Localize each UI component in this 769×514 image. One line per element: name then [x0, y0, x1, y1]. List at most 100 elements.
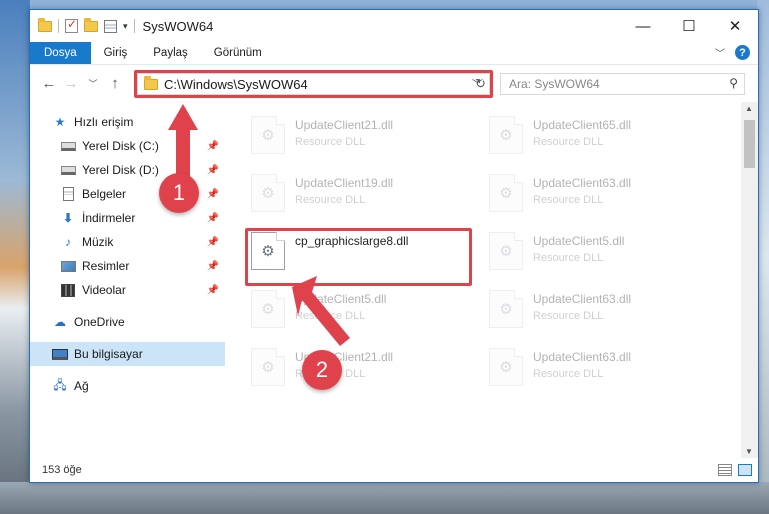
expand-ribbon-icon[interactable]: ﹀: [715, 45, 725, 60]
sidebar-item-disk-d[interactable]: Yerel Disk (D:) 📌: [30, 158, 225, 182]
file-item[interactable]: ⚙ UpdateClient5.dll Resource DLL: [489, 232, 709, 274]
window-controls: — ☐ ✕: [620, 10, 758, 42]
pin-icon[interactable]: 📌: [207, 261, 219, 272]
network-icon: 🖧: [53, 377, 67, 392]
new-folder-icon[interactable]: [84, 17, 98, 32]
desktop-wallpaper-bottom: [0, 482, 769, 514]
pin-icon[interactable]: 📌: [207, 285, 219, 296]
up-arrow-icon[interactable]: ↑: [104, 75, 126, 92]
recent-locations-icon[interactable]: ﹀: [82, 77, 104, 90]
pin-icon[interactable]: 📌: [207, 189, 219, 200]
drive-icon: [60, 165, 76, 175]
scroll-down-icon[interactable]: ▼: [745, 447, 753, 456]
tab-share[interactable]: Paylaş: [140, 42, 201, 64]
large-icons-view-icon[interactable]: [738, 464, 752, 476]
file-item[interactable]: ⚙ UpdateClient21.dllResource DLL: [251, 348, 471, 390]
file-list: ⚙ UpdateClient21.dll Resource DLL ⚙ Updat…: [225, 102, 758, 458]
step-1-badge: 1: [159, 173, 199, 213]
pictures-icon: [60, 260, 76, 272]
sidebar-item-label: Müzik: [82, 235, 114, 249]
search-icon: ⚲: [729, 76, 738, 90]
pin-icon[interactable]: 📌: [207, 141, 219, 152]
cloud-icon: ☁: [54, 315, 66, 329]
forward-arrow-icon[interactable]: →: [60, 75, 82, 92]
file-description: Resource DLL: [533, 136, 604, 148]
file-name: UpdateClient63.dll: [533, 292, 632, 306]
sidebar-item-label: Bu bilgisayar: [74, 347, 143, 361]
file-explorer-window: ▾ SysWOW64 — ☐ ✕ Dosya Giriş Paylaş Görü…: [29, 9, 759, 483]
file-item[interactable]: ⚙ UpdateClient5.dll Resource DLL: [251, 290, 471, 332]
help-icon[interactable]: ?: [735, 45, 750, 60]
vertical-scrollbar[interactable]: ▲ ▼: [741, 102, 758, 458]
file-item[interactable]: ⚙ UpdateClient21.dll Resource DLL: [251, 116, 471, 158]
drive-icon: [60, 141, 76, 151]
file-description: Resource DLL: [533, 194, 604, 206]
sidebar-item-label: Ağ: [74, 379, 89, 393]
details-view-icon[interactable]: [718, 464, 732, 476]
sidebar-item-label: Videolar: [82, 283, 126, 297]
sidebar-item-onedrive[interactable]: ☁ OneDrive: [30, 310, 225, 334]
dll-file-icon: ⚙: [489, 116, 523, 154]
pin-icon[interactable]: 📌: [207, 213, 219, 224]
title-bar: ▾ SysWOW64 — ☐ ✕: [30, 10, 758, 42]
file-description: Resource DLL: [295, 136, 366, 148]
file-description: Resource DLL: [533, 310, 604, 322]
sidebar-item-label: OneDrive: [74, 315, 125, 329]
search-input[interactable]: Ara: SysWOW64 ⚲: [500, 73, 745, 95]
sidebar-item-network[interactable]: 🖧 Ağ: [30, 374, 225, 398]
item-count: 153 öğe: [42, 464, 82, 476]
dll-file-icon: ⚙: [489, 232, 523, 270]
minimize-button[interactable]: —: [620, 10, 666, 42]
close-button[interactable]: ✕: [712, 10, 758, 42]
sidebar-item-pictures[interactable]: Resimler 📌: [30, 254, 225, 278]
navigation-bar: ← → ﹀ ↑ C:\Windows\SysWOW64 ﹀ ↻ Ara: Sys…: [30, 64, 758, 102]
quick-access-toolbar: ▾: [38, 17, 135, 33]
search-placeholder: Ara: SysWOW64: [509, 77, 600, 91]
ribbon-tabs: Dosya Giriş Paylaş Görünüm ﹀ ?: [30, 42, 758, 64]
file-description: Resource DLL: [533, 368, 604, 380]
tab-home[interactable]: Giriş: [91, 42, 141, 64]
tab-view[interactable]: Görünüm: [201, 42, 275, 64]
dll-file-icon: ⚙: [489, 174, 523, 212]
file-item[interactable]: ⚙ UpdateClient63.dll Resource DLL: [489, 348, 709, 390]
chevron-down-icon[interactable]: ▾: [123, 21, 128, 32]
customize-toolbar-icon[interactable]: [104, 19, 117, 33]
sidebar-item-label: Belgeler: [82, 187, 127, 201]
window-title: SysWOW64: [142, 18, 214, 34]
computer-icon: [52, 348, 68, 360]
sidebar-item-videos[interactable]: Videolar 📌: [30, 278, 225, 302]
dll-file-icon: ⚙: [251, 174, 285, 212]
music-icon: ♪: [65, 235, 71, 249]
document-icon: [62, 187, 74, 201]
dll-file-icon: ⚙: [251, 290, 285, 328]
sidebar-item-disk-c[interactable]: Yerel Disk (C:) 📌: [30, 134, 225, 158]
scroll-up-icon[interactable]: ▲: [745, 104, 753, 113]
file-item[interactable]: ⚙ UpdateClient19.dll Resource DLL: [251, 174, 471, 216]
back-arrow-icon[interactable]: ←: [38, 75, 60, 92]
sidebar-item-downloads[interactable]: ⬇ İndirmeler 📌: [30, 206, 225, 230]
file-item[interactable]: ⚙ UpdateClient63.dll Resource DLL: [489, 174, 709, 216]
sidebar-item-label: Yerel Disk (D:): [82, 163, 159, 177]
dll-file-icon: ⚙: [251, 116, 285, 154]
sidebar-item-label: Resimler: [82, 259, 130, 273]
file-name: UpdateClient21.dll: [295, 118, 394, 132]
pin-icon[interactable]: 📌: [207, 165, 219, 176]
file-description: Resource DLL: [533, 252, 604, 264]
step-2-badge: 2: [302, 350, 342, 390]
file-highlight-box: [245, 228, 472, 286]
sidebar-item-music[interactable]: ♪ Müzik 📌: [30, 230, 225, 254]
star-icon: ★: [54, 115, 66, 129]
tab-file[interactable]: Dosya: [30, 42, 91, 64]
file-description: Resource DLL: [295, 194, 366, 206]
sidebar-item-quick-access[interactable]: ★ Hızlı erişim: [30, 110, 225, 134]
properties-check-icon[interactable]: [65, 17, 78, 33]
pin-icon[interactable]: 📌: [207, 237, 219, 248]
sidebar-item-label: Yerel Disk (C:): [82, 139, 159, 153]
file-name: UpdateClient65.dll: [533, 118, 632, 132]
scrollbar-thumb[interactable]: [744, 120, 755, 168]
file-name: UpdateClient63.dll: [533, 350, 632, 364]
file-item[interactable]: ⚙ UpdateClient63.dll Resource DLL: [489, 290, 709, 332]
sidebar-item-this-pc[interactable]: Bu bilgisayar: [30, 342, 225, 366]
maximize-button[interactable]: ☐: [666, 10, 712, 42]
file-item[interactable]: ⚙ UpdateClient65.dll Resource DLL: [489, 116, 709, 158]
